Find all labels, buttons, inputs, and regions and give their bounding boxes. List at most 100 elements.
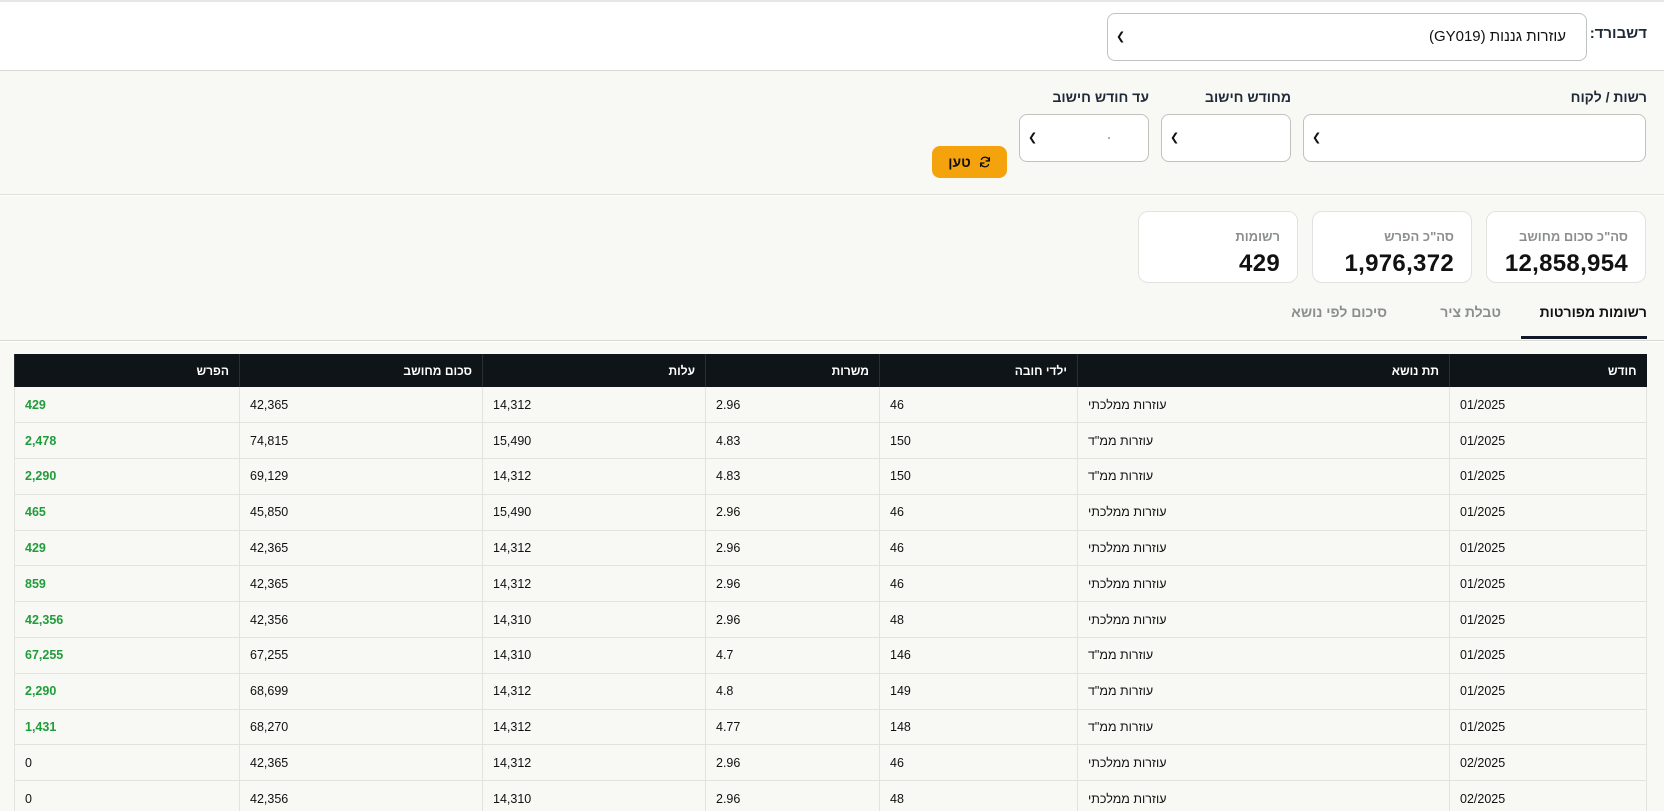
cell-cost: 14,312: [482, 673, 706, 710]
cell-cost: 14,310: [482, 780, 706, 811]
refresh-icon: [979, 156, 990, 168]
cell-difference: 2,478: [14, 422, 240, 460]
cell-calculated-amount: 42,356: [239, 780, 483, 811]
table-row[interactable]: 01/2025 עוזרות ממ"ד 148 4.77 14,312 68,270 1,4…: [14, 709, 1647, 746]
cell-month: 01/2025: [1449, 601, 1647, 639]
column-header-cost[interactable]: עלות: [482, 354, 706, 387]
cell-cost: 14,310: [482, 601, 706, 639]
table-row[interactable]: 01/2025 עוזרות ממ"ד 150 4.83 15,490 74,815 2,4…: [14, 422, 1647, 460]
records-table-container: חודש תת נושא ילדי חובה משרות עלות סכום מ…: [0, 342, 1664, 811]
card-value: 1,976,372: [1344, 250, 1454, 277]
cell-subtopic: עוזרות ממלכתי: [1077, 387, 1450, 424]
cell-calculated-amount: 74,815: [239, 422, 483, 460]
cell-difference: 67,255: [14, 637, 240, 674]
cell-month: 01/2025: [1449, 494, 1647, 531]
cell-difference: 429: [14, 387, 240, 424]
cell-calculated-amount: 45,850: [239, 494, 483, 531]
tab-pivot-table[interactable]: טבלת ציר: [1440, 304, 1501, 320]
dashboard-select-value: עוזרות גננות (GY019): [1428, 28, 1566, 45]
to-month-select[interactable]: ❯: [1019, 114, 1149, 162]
load-button[interactable]: טען: [932, 146, 1007, 178]
tab-detailed-records[interactable]: רשומות מפורטות: [1540, 304, 1647, 320]
cell-children: 150: [879, 422, 1078, 460]
card-label: סה"כ הפרש: [1384, 229, 1454, 244]
cell-month: 01/2025: [1449, 387, 1647, 424]
cell-calculated-amount: 68,270: [239, 709, 483, 746]
table-row[interactable]: 01/2025 עוזרות ממלכתי 46 2.96 14,312 42,365 42…: [14, 530, 1647, 567]
cell-calculated-amount: 42,365: [239, 387, 483, 424]
from-month-label: מחודש חישוב: [1205, 89, 1291, 105]
cell-children: 148: [879, 709, 1078, 746]
cell-subtopic: עוזרות ממלכתי: [1077, 565, 1450, 603]
filters-panel: רשות / לקוח ❯ מחודש חישוב ❯ עד חודש חישו…: [0, 71, 1664, 195]
cell-calculated-amount: 42,365: [239, 530, 483, 567]
table-body: 01/2025 עוזרות ממלכתי 46 2.96 14,312 42,365 42…: [14, 387, 1647, 811]
cell-month: 02/2025: [1449, 744, 1647, 782]
column-header-subtopic[interactable]: תת נושא: [1077, 354, 1450, 387]
authority-select[interactable]: ❯: [1303, 114, 1646, 162]
cell-subtopic: עוזרות ממ"ד: [1077, 458, 1450, 495]
table-row[interactable]: 01/2025 עוזרות ממלכתי 46 2.96 14,312 42,365 85…: [14, 565, 1647, 603]
cell-children: 48: [879, 601, 1078, 639]
cell-month: 02/2025: [1449, 780, 1647, 811]
cell-subtopic: עוזרות ממלכתי: [1077, 601, 1450, 639]
cell-calculated-amount: 67,255: [239, 637, 483, 674]
cell-positions: 2.96: [705, 387, 880, 424]
table-header-row: חודש תת נושא ילדי חובה משרות עלות סכום מ…: [14, 354, 1647, 387]
summary-section: סה"כ סכום מחושב 12,858,954 סה"כ הפרש 1,9…: [0, 196, 1664, 341]
table-row[interactable]: 01/2025 עוזרות ממלכתי 48 2.96 14,310 42,356 42…: [14, 601, 1647, 639]
cell-month: 01/2025: [1449, 530, 1647, 567]
cell-positions: 2.96: [705, 530, 880, 567]
card-label: סה"כ סכום מחושב: [1519, 229, 1628, 244]
card-value: 429: [1239, 250, 1280, 277]
cell-positions: 4.8: [705, 673, 880, 710]
cell-children: 46: [879, 744, 1078, 782]
table-row[interactable]: 01/2025 עוזרות ממ"ד 150 4.83 14,312 69,129 2,2…: [14, 458, 1647, 495]
cell-calculated-amount: 42,365: [239, 565, 483, 603]
cell-calculated-amount: 42,356: [239, 601, 483, 639]
cell-positions: 4.83: [705, 422, 880, 460]
cell-children: 46: [879, 530, 1078, 567]
from-month-select[interactable]: ❯: [1161, 114, 1291, 162]
cell-difference: 465: [14, 494, 240, 531]
table-row[interactable]: 02/2025 עוזרות ממלכתי 48 2.96 14,310 42,356 0: [14, 780, 1647, 811]
table-row[interactable]: 01/2025 עוזרות ממלכתי 46 2.96 15,490 45,850 46…: [14, 494, 1647, 531]
cell-month: 01/2025: [1449, 565, 1647, 603]
tab-summary-by-topic[interactable]: סיכום לפי נושא: [1291, 304, 1387, 320]
cell-positions: 4.77: [705, 709, 880, 746]
table-row[interactable]: 01/2025 עוזרות ממלכתי 46 2.96 14,312 42,365 42…: [14, 387, 1647, 424]
cell-cost: 14,312: [482, 387, 706, 424]
cell-calculated-amount: 42,365: [239, 744, 483, 782]
column-header-children[interactable]: ילדי חובה: [879, 354, 1078, 387]
cell-difference: 429: [14, 530, 240, 567]
table-row[interactable]: 02/2025 עוזרות ממלכתי 46 2.96 14,312 42,365 0: [14, 744, 1647, 782]
chevron-down-icon: ❯: [1116, 31, 1126, 43]
cell-month: 01/2025: [1449, 422, 1647, 460]
column-header-difference[interactable]: הפרש: [14, 354, 240, 387]
cell-calculated-amount: 69,129: [239, 458, 483, 495]
cell-positions: 2.96: [705, 565, 880, 603]
cell-subtopic: עוזרות ממ"ד: [1077, 709, 1450, 746]
cell-subtopic: עוזרות ממלכתי: [1077, 530, 1450, 567]
cell-month: 01/2025: [1449, 673, 1647, 710]
table-row[interactable]: 01/2025 עוזרות ממ"ד 146 4.7 14,310 67,255 67,2…: [14, 637, 1647, 674]
cell-subtopic: עוזרות ממלכתי: [1077, 780, 1450, 811]
cell-positions: 2.96: [705, 744, 880, 782]
cell-subtopic: עוזרות ממ"ד: [1077, 422, 1450, 460]
total-difference-card: סה"כ הפרש 1,976,372: [1312, 211, 1472, 283]
cell-cost: 14,312: [482, 744, 706, 782]
cursor-mark: [1108, 137, 1110, 139]
dashboard-select[interactable]: עוזרות גננות (GY019) ❯: [1107, 13, 1587, 61]
column-header-calculated-amount[interactable]: סכום מחושב: [239, 354, 483, 387]
chevron-down-icon: ❯: [1312, 132, 1322, 144]
column-header-month[interactable]: חודש: [1449, 354, 1647, 387]
table-row[interactable]: 01/2025 עוזרות ממ"ד 149 4.8 14,312 68,699 2,29…: [14, 673, 1647, 710]
cell-difference: 2,290: [14, 458, 240, 495]
cell-difference: 42,356: [14, 601, 240, 639]
cell-positions: 4.83: [705, 458, 880, 495]
total-calculated-card: סה"כ סכום מחושב 12,858,954: [1486, 211, 1646, 283]
column-header-positions[interactable]: משרות: [705, 354, 880, 387]
cell-children: 46: [879, 565, 1078, 603]
cell-children: 149: [879, 673, 1078, 710]
cell-positions: 2.96: [705, 780, 880, 811]
